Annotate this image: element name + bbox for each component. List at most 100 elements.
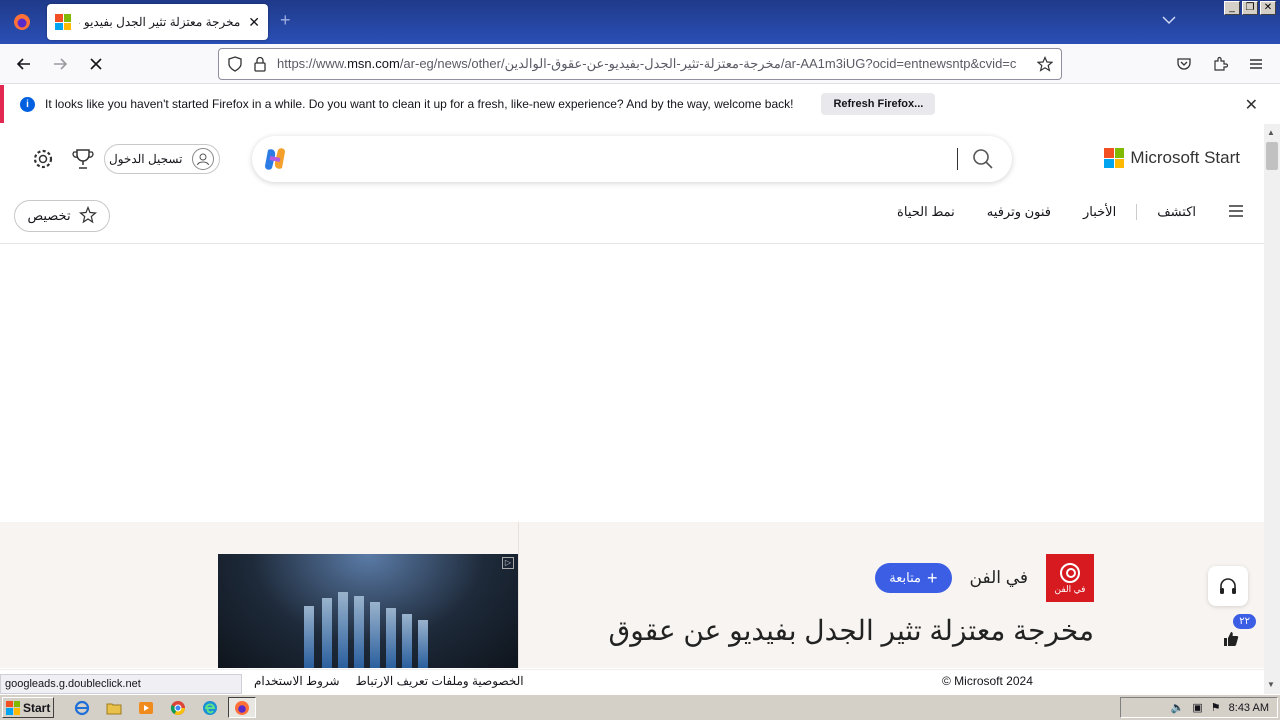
ad-choices-icon[interactable]: ▷	[502, 557, 514, 569]
privacy-link[interactable]: الخصوصية وملفات تعريف الارتباط	[356, 674, 524, 688]
start-button[interactable]: Start	[2, 697, 54, 718]
puzzle-icon	[1214, 56, 1228, 71]
publisher-logo-text: في الفن	[1054, 583, 1086, 594]
customize-star-icon	[78, 205, 97, 227]
microsoft-logo-icon	[1104, 148, 1125, 168]
scroll-up-arrow-icon[interactable]: ▲	[1267, 128, 1275, 137]
page-scrollbar[interactable]: ▲ ▼	[1264, 124, 1280, 694]
media-player-icon[interactable]	[132, 697, 160, 718]
advertisement-image[interactable]: ▷	[218, 554, 518, 668]
status-url-tooltip: googleads.g.doubleclick.net	[0, 674, 242, 694]
restore-button[interactable]: ❐	[1242, 1, 1258, 15]
volume-icon[interactable]: 🔈	[1171, 701, 1185, 714]
pocket-icon	[1177, 58, 1191, 70]
scroll-down-arrow-icon[interactable]: ▼	[1267, 680, 1275, 689]
firefox-view-button[interactable]	[0, 0, 44, 44]
stop-button[interactable]	[84, 52, 108, 76]
edge-icon[interactable]	[196, 697, 224, 718]
publisher-row: في الفن في الفن + متابعة	[875, 554, 1094, 602]
footer-links: الخصوصية وملفات تعريف الارتباط شروط الاس…	[254, 674, 524, 688]
close-window-button[interactable]: ✕	[1260, 1, 1276, 15]
publisher-swirl-icon	[1060, 562, 1080, 583]
ad-knife	[402, 614, 412, 668]
flag-icon[interactable]: ⚑	[1211, 701, 1221, 714]
menu-hamburger-icon[interactable]	[1228, 204, 1244, 220]
msn-favicon-icon	[55, 14, 71, 30]
minimize-button[interactable]: _	[1224, 1, 1240, 15]
follow-label: متابعة	[889, 570, 922, 585]
shield-icon[interactable]	[227, 56, 243, 72]
nav-separator	[1136, 204, 1138, 220]
search-icon[interactable]	[972, 148, 994, 173]
url-path: /ar-eg/news/other/مخرجة-معتزلة-تثير-الجد…	[399, 56, 1017, 71]
close-icon[interactable]: ✕	[1245, 95, 1258, 115]
avatar-icon	[192, 148, 215, 170]
like-count-badge: ٢٢	[1233, 614, 1256, 629]
notification-message: It looks like you haven't started Firefo…	[45, 97, 794, 111]
nav-item-lifestyle[interactable]: نمط الحياة	[897, 204, 955, 220]
publisher-name[interactable]: في الفن	[970, 568, 1028, 588]
windows-logo-icon	[6, 700, 20, 715]
window-controls: _ ❐ ✕	[1224, 1, 1276, 15]
nav-item-news[interactable]: الأخبار	[1083, 204, 1116, 220]
copilot-icon[interactable]	[260, 144, 290, 177]
ad-knife	[322, 598, 332, 668]
refresh-firefox-button[interactable]: Refresh Firefox...	[821, 93, 936, 115]
nav-item-discover[interactable]: اكتشف	[1157, 204, 1196, 220]
pocket-button[interactable]	[1172, 52, 1196, 76]
forward-button[interactable]	[48, 52, 72, 76]
article-header: ▷ في الفن في الفن + متابعة مخرجة معتزلة …	[0, 522, 1264, 668]
article-headline: مخرجة معتزلة تثير الجدل بفيديو عن عقوق	[608, 615, 1094, 646]
chevron-down-icon	[1162, 16, 1176, 25]
ad-knife	[418, 620, 428, 668]
quick-launch	[68, 697, 256, 718]
thumbs-up-icon[interactable]	[1222, 630, 1240, 653]
lock-icon[interactable]	[253, 56, 267, 72]
stop-icon	[90, 58, 102, 70]
page-content: Microsoft Start تسجيل الدخول اكتشف الأخب…	[0, 124, 1264, 668]
network-icon[interactable]: ▣	[1192, 701, 1202, 714]
plus-icon: +	[927, 568, 938, 588]
tab-close-icon[interactable]: ✕	[248, 14, 260, 31]
nav-item-arts-entertainment[interactable]: فنون وترفيه	[987, 204, 1051, 220]
scrollbar-thumb[interactable]	[1266, 142, 1278, 170]
extensions-button[interactable]	[1208, 52, 1232, 76]
terms-link[interactable]: شروط الاستخدام	[254, 674, 340, 688]
taskbar: Start 🔈 ▣ ⚑ 8:43 AM	[0, 694, 1280, 720]
gear-icon[interactable]	[32, 148, 54, 173]
chrome-icon[interactable]	[164, 697, 192, 718]
signin-label: تسجيل الدخول	[109, 152, 183, 166]
url-bar[interactable]: https://www.msn.com/ar-eg/news/other/مخر…	[218, 48, 1062, 80]
publisher-logo[interactable]: في الفن	[1046, 554, 1094, 602]
info-icon: i	[20, 96, 35, 112]
url-domain: msn.com	[347, 56, 400, 71]
header-divider	[0, 243, 1264, 244]
arrow-right-icon	[54, 58, 68, 70]
signin-button[interactable]: تسجيل الدخول	[104, 144, 220, 174]
rewards-trophy-icon[interactable]	[72, 148, 94, 173]
follow-button[interactable]: + متابعة	[875, 563, 952, 593]
firefox-taskbar-icon[interactable]	[228, 697, 256, 718]
new-tab-button[interactable]: +	[280, 10, 291, 31]
ad-knife	[386, 608, 396, 668]
url-prefix: https://www.	[277, 56, 348, 71]
category-nav: اكتشف الأخبار فنون وترفيه نمط الحياة	[897, 204, 1244, 220]
list-all-tabs-button[interactable]	[1162, 14, 1176, 28]
star-bookmark-icon[interactable]	[1037, 56, 1053, 72]
customize-label: تخصيص	[27, 208, 71, 223]
browser-titlebar: مخرجة معتزلة تثير الجدل بفيديو عن ✕ + _ …	[0, 0, 1280, 44]
system-tray: 🔈 ▣ ⚑ 8:43 AM	[1120, 697, 1278, 718]
active-tab[interactable]: مخرجة معتزلة تثير الجدل بفيديو عن ✕	[47, 4, 268, 40]
microsoft-start-logo[interactable]: Microsoft Start	[1104, 148, 1240, 168]
back-button[interactable]	[12, 52, 36, 76]
clock[interactable]: 8:43 AM	[1229, 702, 1269, 714]
article-divider	[518, 522, 519, 668]
listen-button[interactable]	[1208, 566, 1248, 606]
app-menu-button[interactable]	[1244, 52, 1268, 76]
url-text[interactable]: https://www.msn.com/ar-eg/news/other/مخر…	[277, 56, 1027, 72]
folder-icon[interactable]	[100, 697, 128, 718]
customize-button[interactable]: تخصيص	[14, 200, 110, 232]
ie-icon[interactable]	[68, 697, 96, 718]
brand-name: Microsoft Start	[1130, 148, 1240, 167]
search-box[interactable]	[252, 136, 1012, 182]
